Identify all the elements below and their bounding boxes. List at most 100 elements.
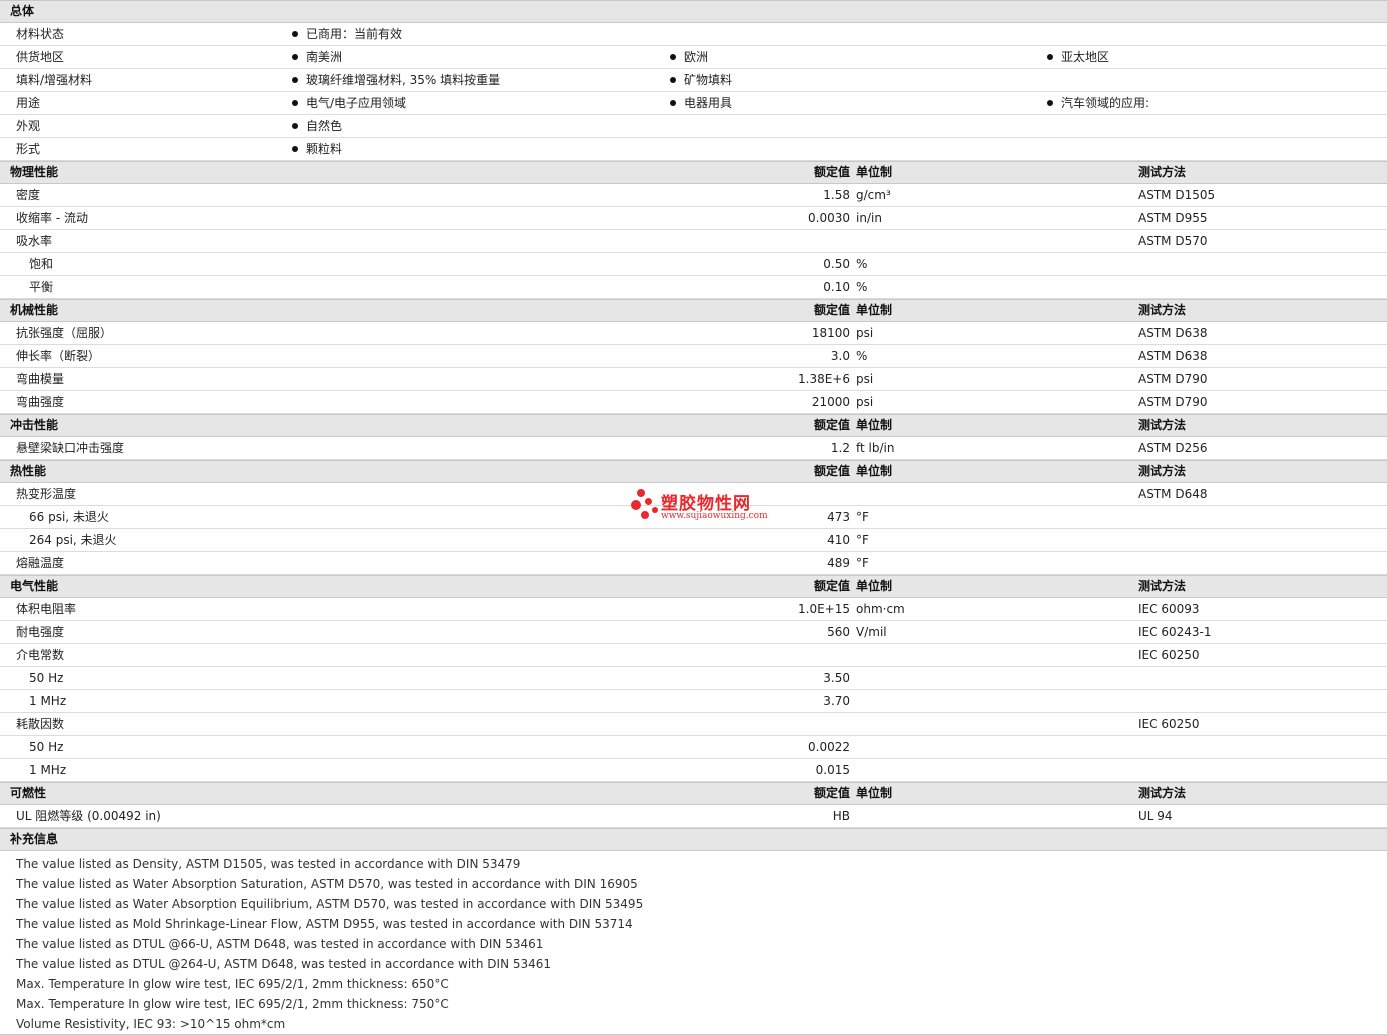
column-header-test: 测试方法 (1138, 579, 1187, 593)
row-value: 18100 (811, 326, 850, 340)
row-value: 0.10 (823, 280, 850, 294)
row-unit: % (856, 280, 868, 294)
section-header-notes: 补充信息 (0, 828, 1387, 851)
row-unit: in/in (856, 211, 882, 225)
row-test-method: UL 94 (1138, 809, 1173, 823)
row-unit: ft lb/in (856, 441, 895, 455)
column-header-value: 额定值 (813, 579, 850, 593)
row-test-method: IEC 60250 (1138, 717, 1200, 731)
column-header-value: 额定值 (813, 464, 850, 478)
column-header-value: 额定值 (813, 165, 850, 179)
row-label: 形式 (16, 142, 41, 156)
list-item: 欧洲 (670, 46, 708, 68)
row-label: 平衡 (29, 280, 54, 294)
row-value: 3.50 (823, 671, 850, 685)
notes-list: The value listed as Density, ASTM D1505,… (0, 851, 1387, 1035)
row-unit: °F (856, 533, 869, 547)
section-header-thermal: 热性能 额定值 单位制 测试方法 (0, 460, 1387, 483)
bullet-icon (1047, 100, 1053, 106)
section-title: 总体 (10, 4, 35, 18)
table-row: 弯曲模量 1.38E+6 psi ASTM D790 (0, 368, 1387, 391)
list-item: 矿物填料 (670, 69, 732, 91)
bullet-icon (292, 100, 298, 106)
row-unit: V/mil (856, 625, 887, 639)
column-header-unit: 单位制 (856, 418, 893, 432)
section-title: 冲击性能 (10, 418, 59, 432)
column-header-test: 测试方法 (1138, 464, 1187, 478)
row-unit: ohm·cm (856, 602, 905, 616)
note-item: The value listed as Water Absorption Equ… (16, 897, 644, 911)
row-label: 熔融温度 (16, 556, 65, 570)
table-row: UL 阻燃等级 (0.00492 in) HB UL 94 (0, 805, 1387, 828)
bullet-icon (670, 100, 676, 106)
row-label: 抗张强度（屈服） (16, 326, 113, 340)
row-label: 材料状态 (16, 27, 65, 41)
general-row: 形式 颗粒料 (0, 138, 1387, 161)
note-item: The value listed as Mold Shrinkage-Linea… (16, 917, 633, 931)
watermark-logo: 塑胶物性网 www.sujiaowuxing.com (631, 489, 771, 525)
row-label: 耗散因数 (16, 717, 65, 731)
table-row: 1 MHz 3.70 (0, 690, 1387, 713)
row-value: 560 (827, 625, 850, 639)
bullet-icon (1047, 54, 1053, 60)
row-label: 悬壁梁缺口冲击强度 (16, 441, 125, 455)
row-unit: g/cm³ (856, 188, 891, 202)
table-row: 弯曲强度 21000 psi ASTM D790 (0, 391, 1387, 414)
bullet-icon (670, 77, 676, 83)
table-row: 耗散因数 IEC 60250 (0, 713, 1387, 736)
table-row: 伸长率（断裂） 3.0% ASTM D638 (0, 345, 1387, 368)
general-row: 用途 电气/电子应用领域 电器用具 汽车领域的应用: (0, 92, 1387, 115)
row-value: 0.0022 (808, 740, 850, 754)
column-header-unit: 单位制 (856, 579, 893, 593)
row-label: 1 MHz (29, 763, 67, 777)
row-unit: % (856, 257, 868, 271)
row-test-method: ASTM D570 (1138, 234, 1208, 248)
row-value: 0.0030 (808, 211, 850, 225)
row-label: 密度 (16, 188, 41, 202)
list-item: 玻璃纤维增强材料, 35% 填料按重量 (292, 69, 500, 91)
row-label: 50 Hz (29, 671, 64, 685)
row-label: 弯曲模量 (16, 372, 65, 386)
bullet-icon (292, 146, 298, 152)
row-unit: °F (856, 510, 869, 524)
row-value: 1.58 (823, 188, 850, 202)
table-row: 饱和 0.50% (0, 253, 1387, 276)
table-row: 抗张强度（屈服） 18100 psi ASTM D638 (0, 322, 1387, 345)
row-unit: °F (856, 556, 869, 570)
dots-icon (631, 489, 659, 521)
note-item: The value listed as Water Absorption Sat… (16, 877, 638, 891)
column-header-value: 额定值 (813, 786, 850, 800)
row-value: 1.38E+6 (798, 372, 850, 386)
row-value: HB (832, 809, 850, 823)
section-title: 电气性能 (10, 579, 59, 593)
row-test-method: IEC 60243-1 (1138, 625, 1212, 639)
row-unit: psi (856, 372, 874, 386)
table-row: 密度 1.58 g/cm³ ASTM D1505 (0, 184, 1387, 207)
column-header-unit: 单位制 (856, 786, 893, 800)
row-value: 3.70 (823, 694, 850, 708)
section-header-flammability: 可燃性 额定值 单位制 测试方法 (0, 782, 1387, 805)
row-test-method: ASTM D638 (1138, 349, 1208, 363)
column-header-unit: 单位制 (856, 464, 893, 478)
row-test-method: ASTM D1505 (1138, 188, 1216, 202)
table-row: 50 Hz 3.50 (0, 667, 1387, 690)
list-item: 颗粒料 (292, 138, 342, 160)
row-label: 饱和 (29, 257, 54, 271)
row-unit: psi (856, 395, 874, 409)
row-label: 50 Hz (29, 740, 64, 754)
table-row: 悬壁梁缺口冲击强度 1.2 ft lb/in ASTM D256 (0, 437, 1387, 460)
row-label: 供货地区 (16, 50, 65, 64)
row-value: 1.2 (830, 441, 850, 455)
table-row: 吸水率 ASTM D570 (0, 230, 1387, 253)
row-label: 介电常数 (16, 648, 65, 662)
note-item: The value listed as DTUL @66-U, ASTM D64… (16, 937, 544, 951)
section-header-electrical: 电气性能 额定值 单位制 测试方法 (0, 575, 1387, 598)
row-label: 外观 (16, 119, 41, 133)
row-label: 66 psi, 未退火 (29, 510, 109, 524)
note-item: Volume Resistivity, IEC 93: >10^15 ohm*c… (16, 1017, 286, 1031)
watermark-url: www.sujiaowuxing.com (661, 511, 768, 521)
list-item: 自然色 (292, 115, 342, 137)
general-row: 供货地区 南美洲 欧洲 亚太地区 (0, 46, 1387, 69)
row-test-method: ASTM D256 (1138, 441, 1208, 455)
bullet-icon (292, 123, 298, 129)
